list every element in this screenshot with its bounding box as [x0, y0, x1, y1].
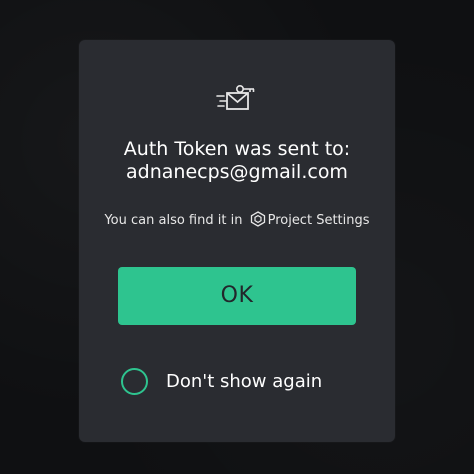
hint-text: You can also find it in [104, 213, 243, 228]
settings-hint: You can also find it in Project Settings [79, 211, 395, 230]
hexagon-settings-icon [250, 211, 265, 227]
auth-token-dialog: Auth Token was sent to: adnanecps@gmail.… [79, 40, 395, 442]
ok-button[interactable]: OK [118, 267, 356, 325]
dont-show-again-label: Don't show again [166, 371, 323, 392]
dialog-title: Auth Token was sent to: [123, 138, 351, 160]
dont-show-again-radio[interactable] [121, 368, 148, 395]
mail-key-icon [216, 84, 255, 110]
recipient-email: adnanecps@gmail.com [126, 161, 348, 183]
dont-show-again-option[interactable]: Don't show again [121, 368, 361, 400]
project-settings-link[interactable]: Project Settings [268, 213, 370, 228]
